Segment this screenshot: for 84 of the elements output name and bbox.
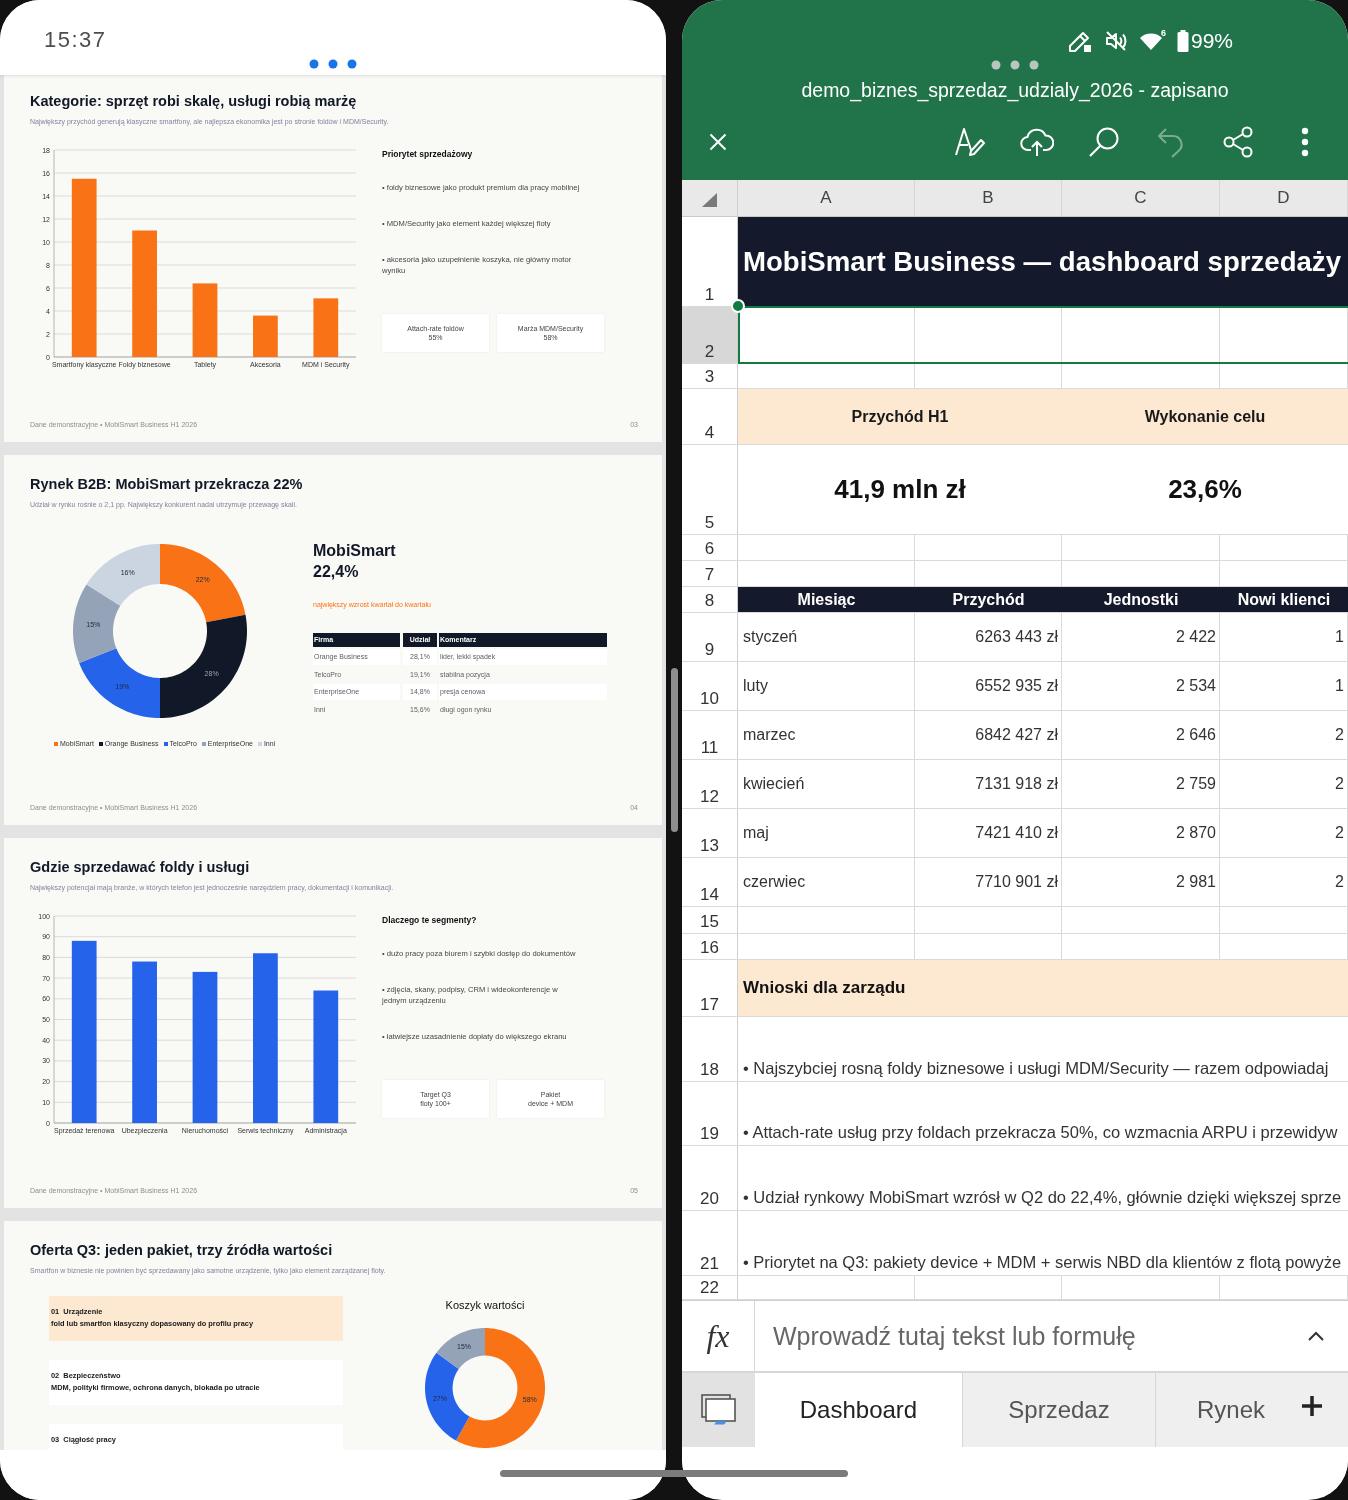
slide-title: Gdzie sprzedawać foldy i usługi bbox=[30, 858, 250, 876]
sheets-icon bbox=[700, 1394, 737, 1426]
header-cell[interactable]: Przychód bbox=[915, 587, 1062, 612]
sheet-cell[interactable]: 7131 918 zł bbox=[915, 760, 1062, 808]
wifi-standard-label: 6 bbox=[1160, 28, 1166, 38]
kpi-label-cell[interactable]: Przychód H1 bbox=[738, 389, 1062, 444]
text-pen-icon[interactable] bbox=[953, 126, 986, 158]
slide-title: Rynek B2B: MobiSmart przekracza 22% bbox=[30, 475, 303, 493]
legend-swatch-icon bbox=[98, 742, 103, 746]
header-cell[interactable]: Jednostki bbox=[1062, 587, 1220, 612]
sheet-cell[interactable]: styczeń bbox=[738, 613, 915, 661]
note-cell[interactable]: • Priorytet na Q3: pakiety device + MDM + serwis NBD dla klientów z flotą powyże bbox=[738, 1211, 1348, 1275]
column-header[interactable]: D bbox=[1220, 180, 1348, 216]
kpi-value-cell[interactable]: 41,9 mln zł bbox=[738, 445, 1062, 534]
legend-swatch-icon bbox=[163, 742, 168, 746]
sheet-cell[interactable]: maj bbox=[738, 809, 915, 857]
sheet-cell[interactable]: 6263 443 zł bbox=[915, 613, 1062, 661]
sheet-cell[interactable]: marzec bbox=[738, 711, 915, 759]
sheet-cell[interactable]: 2 870 bbox=[1062, 809, 1220, 857]
bar bbox=[313, 298, 339, 357]
sheet-cell[interactable]: 2 bbox=[1220, 858, 1348, 906]
header-cell[interactable]: Nowi klienci bbox=[1220, 587, 1348, 612]
sheet-cell[interactable]: 2 bbox=[1220, 809, 1348, 857]
title-cell[interactable]: MobiSmart Business — dashboard sprzedaży bbox=[738, 217, 1348, 306]
selection-handle[interactable] bbox=[731, 299, 745, 313]
kpi-value-cell[interactable]: 23,6% bbox=[1062, 445, 1348, 534]
select-all-icon[interactable] bbox=[702, 193, 717, 207]
sheet-cell[interactable]: 6552 935 zł bbox=[915, 662, 1062, 710]
cloud-upload-icon[interactable] bbox=[1019, 127, 1054, 157]
column-header[interactable]: C bbox=[1062, 180, 1220, 216]
handle-dots-icon[interactable] bbox=[309, 59, 357, 69]
legend-swatch-icon bbox=[257, 742, 262, 746]
notes-heading: Dlaczego te segmenty? bbox=[382, 914, 477, 926]
slide-title: Oferta Q3: jeden pakiet, trzy źródła wartości bbox=[30, 1241, 333, 1259]
chevron-up-icon[interactable] bbox=[1308, 1331, 1324, 1341]
column-header[interactable]: B bbox=[915, 180, 1062, 216]
handle-dots-icon[interactable] bbox=[991, 60, 1039, 70]
more-icon[interactable] bbox=[1300, 127, 1309, 157]
note-cell[interactable]: • Udział rynkowy MobiSmart wzrósł w Q2 do 22,4%, głównie dzięki większej sprze bbox=[738, 1146, 1348, 1210]
sheet-cell[interactable]: 7421 410 zł bbox=[915, 809, 1062, 857]
legend-swatch-icon bbox=[201, 742, 206, 746]
document-title: demo_biznes_sprzedaz_udzialy_2026 - zapisano bbox=[801, 78, 1229, 104]
share-value: 22,4% bbox=[313, 562, 359, 582]
column-header[interactable]: A bbox=[738, 180, 915, 216]
sheet-cell[interactable]: 1 bbox=[1220, 662, 1348, 710]
sheet-cell[interactable]: 7710 901 zł bbox=[915, 858, 1062, 906]
sheet-cell[interactable]: 2 bbox=[1220, 711, 1348, 759]
slide-title: Kategorie: sprzęt robi skalę, usługi robią marżę bbox=[30, 92, 357, 110]
sheet-cell[interactable]: 2 534 bbox=[1062, 662, 1220, 710]
status-time: 15:37 bbox=[44, 27, 107, 53]
note-cell[interactable]: • Najszybciej rosną foldy biznesowe i usługi MDM/Security — razem odpowiadaj bbox=[738, 1017, 1348, 1081]
section-cell[interactable]: Wnioski dla zarządu bbox=[738, 960, 1348, 1016]
sheet-cell[interactable]: luty bbox=[738, 662, 915, 710]
bar bbox=[253, 315, 278, 357]
add-sheet-icon[interactable] bbox=[1301, 1395, 1323, 1417]
scroll-bar[interactable] bbox=[671, 668, 678, 832]
battery-percent: 99% bbox=[1190, 29, 1233, 53]
sheet-cell[interactable]: 6842 427 zł bbox=[915, 711, 1062, 759]
kpi-label-cell[interactable]: Wykonanie celu bbox=[1062, 389, 1348, 444]
sheet-cell[interactable]: 2 759 bbox=[1062, 760, 1220, 808]
sheet-tab[interactable]: Dashboard bbox=[755, 1373, 963, 1447]
share-icon[interactable] bbox=[1222, 126, 1253, 158]
sheet-cell[interactable]: kwiecień bbox=[738, 760, 915, 808]
sheet-cell[interactable]: 2 646 bbox=[1062, 711, 1220, 759]
formula-input[interactable]: Wprowadź tutaj tekst lub formułę bbox=[755, 1301, 1308, 1371]
chart-title: Koszyk wartości bbox=[445, 1299, 525, 1311]
mute-icon bbox=[1103, 29, 1128, 53]
note-cell[interactable]: • Attach-rate usług przy foldach przekracza 50%, co wzmacnia ARPU i przewidyw bbox=[738, 1082, 1348, 1145]
legend-swatch-icon bbox=[54, 742, 58, 746]
sheet-cell[interactable]: 2 422 bbox=[1062, 613, 1220, 661]
battery-icon bbox=[1176, 30, 1189, 52]
notes-heading: Priorytet sprzedażowy bbox=[382, 148, 473, 160]
row-header[interactable]: 2 bbox=[682, 307, 738, 363]
sheet-list-button[interactable] bbox=[682, 1373, 755, 1447]
sheet-cell[interactable]: 2 981 bbox=[1062, 858, 1220, 906]
sheet-cell[interactable]: czerwiec bbox=[738, 858, 915, 906]
sheet-cell[interactable]: 2 bbox=[1220, 760, 1348, 808]
wifi-icon bbox=[1138, 31, 1163, 51]
brand-name: MobiSmart bbox=[313, 541, 396, 561]
close-icon[interactable] bbox=[709, 133, 727, 151]
function-button[interactable]: fx bbox=[682, 1301, 755, 1371]
header-cell[interactable]: Miesiąc bbox=[738, 587, 915, 612]
sheet-cell[interactable]: 1 bbox=[1220, 613, 1348, 661]
search-icon[interactable] bbox=[1087, 126, 1120, 158]
